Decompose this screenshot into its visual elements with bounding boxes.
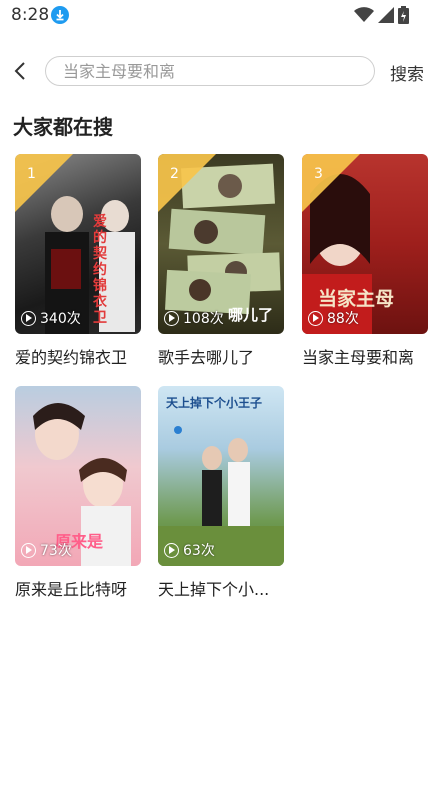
play-icon <box>21 310 36 326</box>
play-count-text: 108次 <box>183 311 224 327</box>
status-bar: 8:28 <box>0 0 443 30</box>
play-icon <box>21 542 36 558</box>
play-count-text: 73次 <box>40 543 72 559</box>
rank-badge <box>15 154 73 212</box>
poster-image[interactable]: 哪儿了 2 108次 <box>158 154 284 334</box>
poster-art <box>158 426 284 566</box>
card-title[interactable]: 爱的契约锦衣卫 <box>15 344 141 368</box>
rank-number: 3 <box>314 166 323 182</box>
poster-image[interactable]: 爱的契约锦衣卫 1 340次 <box>15 154 141 334</box>
play-icon <box>308 310 323 326</box>
rank-badge <box>302 154 360 212</box>
poster-image[interactable]: 天上掉下个小王子 63次 <box>158 386 284 566</box>
card-title[interactable]: 歌手去哪儿了 <box>158 344 284 368</box>
card-title[interactable]: 原来是丘比特呀 <box>15 576 141 600</box>
result-card[interactable]: 天上掉下个小王子 63次 天上掉下个小... <box>158 386 284 600</box>
search-box[interactable] <box>45 56 375 86</box>
download-icon <box>51 6 69 24</box>
play-count: 73次 <box>21 540 72 560</box>
status-icons <box>354 6 409 24</box>
wifi-icon <box>354 7 374 22</box>
rank-number: 2 <box>170 166 179 182</box>
search-input[interactable] <box>63 57 363 85</box>
rank-number: 1 <box>27 166 36 182</box>
battery-icon <box>398 6 409 24</box>
back-icon[interactable] <box>10 59 32 83</box>
play-count: 108次 <box>164 308 224 328</box>
poster-title-text: 天上掉下个小王子 <box>166 396 263 410</box>
card-title[interactable]: 当家主母要和离 <box>302 344 428 368</box>
play-count: 63次 <box>164 540 215 560</box>
play-icon <box>164 542 179 558</box>
poster-title-text: 当家主母 <box>318 288 395 310</box>
card-title[interactable]: 天上掉下个小... <box>158 576 284 600</box>
poster-title-text: 爱的契约锦衣卫 <box>93 214 107 326</box>
result-card[interactable]: 爱的契约锦衣卫 1 340次 爱的契约锦衣卫 <box>15 154 141 368</box>
status-time: 8:28 <box>11 5 50 25</box>
search-bar: 搜索 <box>0 52 443 90</box>
play-count-text: 340次 <box>40 311 81 327</box>
play-icon <box>164 310 179 326</box>
search-button[interactable]: 搜索 <box>390 60 424 85</box>
play-count-text: 88次 <box>327 311 359 327</box>
result-card[interactable]: 原来是 73次 原来是丘比特呀 <box>15 386 141 600</box>
result-card[interactable]: 哪儿了 2 108次 歌手去哪儿了 <box>158 154 284 368</box>
result-card[interactable]: 当家主母 3 88次 当家主母要和离 <box>302 154 428 368</box>
poster-image[interactable]: 当家主母 3 88次 <box>302 154 428 334</box>
play-count: 88次 <box>308 308 359 328</box>
section-title: 大家都在搜 <box>13 115 113 139</box>
play-count: 340次 <box>21 308 81 328</box>
poster-image[interactable]: 原来是 73次 <box>15 386 141 566</box>
poster-title-text: 哪儿了 <box>228 306 274 324</box>
signal-icon <box>378 7 394 23</box>
play-count-text: 63次 <box>183 543 215 559</box>
rank-badge <box>158 154 216 212</box>
